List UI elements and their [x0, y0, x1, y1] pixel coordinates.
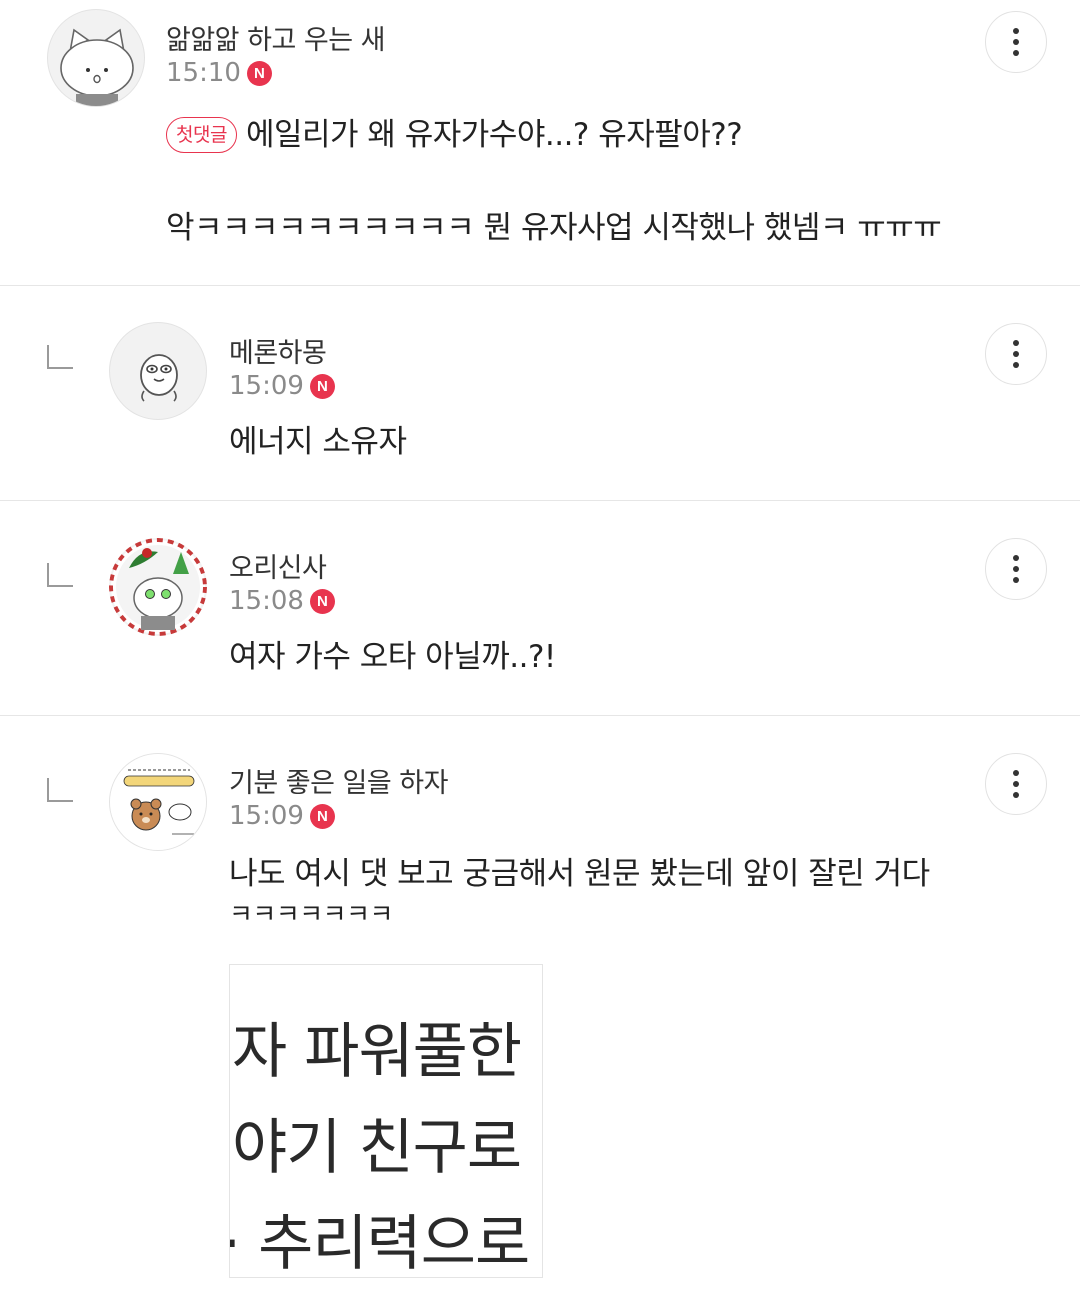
- reply-arrow-icon: [47, 778, 73, 802]
- image-text-line: 야기 친구로: [232, 1113, 522, 1183]
- new-badge-icon: N: [309, 373, 335, 399]
- avatar[interactable]: [47, 9, 145, 107]
- attached-image[interactable]: 자 파워풀한 야기 친구로 · 추리력으로: [229, 964, 543, 1278]
- comment-nickname[interactable]: 기분 좋은 일을 하자: [229, 761, 448, 800]
- comment-nickname[interactable]: 앎앎앎 하고 우는 새: [166, 18, 385, 57]
- comment-text-line: 여자 가수 오타 아닐까..?!: [229, 639, 556, 675]
- comment-text: 첫댓글 에일리가 왜 유자가수야...? 유자팔아??: [166, 112, 743, 159]
- reply-item: 메론하몽 15:09 N 에너지 소유자: [0, 286, 1080, 501]
- comment-nickname[interactable]: 오리신사: [229, 546, 327, 585]
- avatar[interactable]: [109, 322, 207, 420]
- comment-text-line: ㅋㅋㅋㅋㅋㅋㅋ: [229, 900, 393, 930]
- comment-nickname[interactable]: 메론하몽: [229, 331, 327, 370]
- new-badge-icon: N: [309, 803, 335, 829]
- reply-arrow-icon: [47, 563, 73, 587]
- creature-avatar-icon: [140, 354, 178, 402]
- holiday-cat-avatar-icon: [109, 538, 207, 636]
- more-vertical-icon: [1013, 340, 1019, 346]
- more-options-button[interactable]: [985, 538, 1047, 600]
- comment-item: 앎앎앎 하고 우는 새 15:10 N 첫댓글 에일리가 왜 유자가수야...? …: [0, 0, 1080, 286]
- comment-text-line: 나도 여시 댓 보고 궁금해서 원문 봤는데 앞이 잘린 거다: [229, 856, 930, 892]
- more-options-button[interactable]: [985, 753, 1047, 815]
- cat-avatar-icon: [60, 28, 134, 106]
- first-comment-badge: 첫댓글: [166, 117, 237, 154]
- comment-text-line: 에일리가 왜 유자가수야...? 유자팔아??: [245, 117, 743, 153]
- avatar[interactable]: [109, 753, 207, 851]
- comment-text-line: 악ㅋㅋㅋㅋㅋㅋㅋㅋㅋㅋ 뭔 유자사업 시작했나 했넴ㅋ ㅠㅠㅠ: [166, 210, 942, 246]
- comment-text-line: 에너지 소유자: [229, 424, 407, 460]
- reply-item: 오리신사 15:08 N 여자 가수 오타 아닐까..?!: [0, 501, 1080, 716]
- image-text-line: 자 파워풀한: [232, 1017, 522, 1087]
- more-vertical-icon: [1013, 555, 1019, 561]
- comment-meta: 15:09 N: [229, 371, 335, 401]
- reply-arrow-icon: [47, 345, 73, 369]
- comment-time: 15:09: [229, 371, 304, 401]
- new-badge-icon: N: [246, 60, 272, 86]
- comment-meta: 15:10 N: [166, 58, 272, 88]
- comment-meta: 15:09 N: [229, 801, 335, 831]
- image-text-line: · 추리력으로: [229, 1209, 530, 1278]
- comment-time: 15:10: [166, 58, 241, 88]
- more-options-button[interactable]: [985, 323, 1047, 385]
- avatar[interactable]: [109, 538, 207, 636]
- comment-time: 15:09: [229, 801, 304, 831]
- bear-avatar-icon: [110, 754, 206, 850]
- more-vertical-icon: [1013, 770, 1019, 776]
- comment-time: 15:08: [229, 586, 304, 616]
- more-options-button[interactable]: [985, 11, 1047, 73]
- comment-meta: 15:08 N: [229, 586, 335, 616]
- new-badge-icon: N: [309, 588, 335, 614]
- more-vertical-icon: [1013, 28, 1019, 34]
- reply-item: 기분 좋은 일을 하자 15:09 N 나도 여시 댓 보고 궁금해서 원문 봤…: [0, 716, 1080, 1311]
